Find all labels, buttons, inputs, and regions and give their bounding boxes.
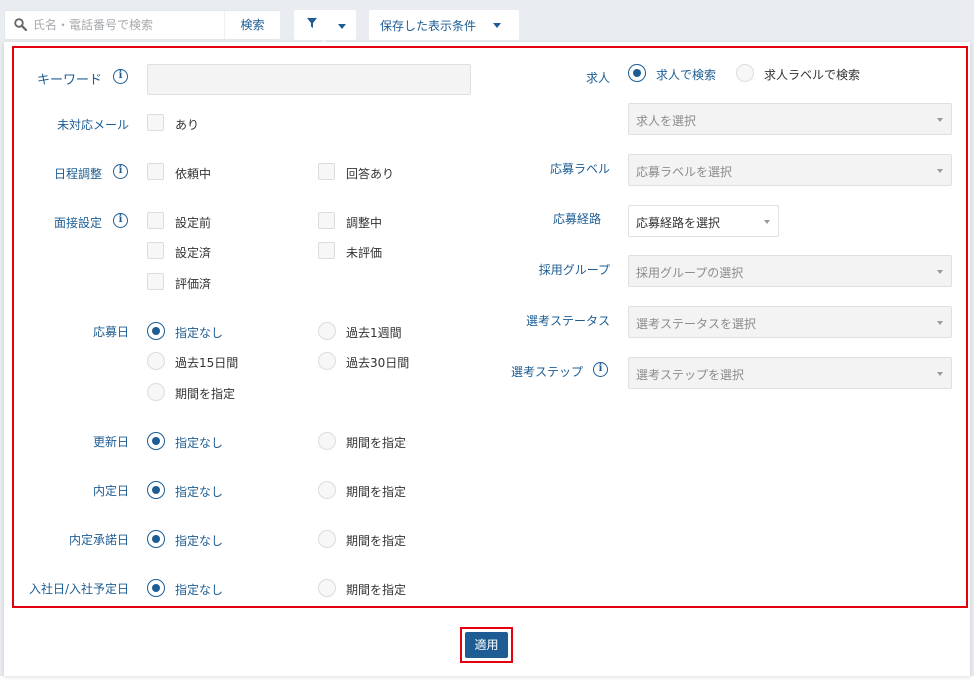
apply-date-15days-option: 過去15日間 [175, 356, 239, 370]
offer-accept-date-label: 内定承諾日 [68, 533, 129, 547]
chevron-down-icon [937, 372, 943, 376]
apply-label-label: 応募ラベル [549, 162, 610, 176]
update-date-range-option: 期間を指定 [346, 436, 407, 450]
interview-set-option: 設定済 [175, 246, 212, 260]
apply-label-select[interactable]: 応募ラベルを選択 [628, 154, 952, 186]
hiring-group-label: 採用グループ [538, 263, 610, 277]
job-search-option: 求人で検索 [656, 68, 717, 82]
interview-unevaluated-option: 未評価 [346, 246, 383, 260]
chevron-down-icon [937, 118, 943, 122]
hiring-group-placeholder: 採用グループの選択 [636, 266, 744, 280]
info-icon[interactable]: i [113, 164, 128, 179]
search-icon [14, 18, 27, 31]
interview-adjusting-checkbox[interactable] [318, 212, 335, 229]
interview-label: 面接設定 [53, 216, 102, 230]
selection-step-placeholder: 選考ステップを選択 [636, 368, 745, 382]
interview-set-checkbox[interactable] [147, 242, 164, 259]
apply-date-none-radio[interactable] [147, 322, 165, 340]
background-list [0, 676, 974, 682]
join-date-none-radio[interactable] [147, 579, 165, 597]
selection-status-placeholder: 選考ステータスを選択 [636, 317, 757, 331]
interview-before-checkbox[interactable] [147, 212, 164, 229]
schedule-answered-option: 回答あり [346, 167, 395, 181]
interview-evaluated-option: 評価済 [175, 277, 212, 291]
join-date-range-radio[interactable] [318, 579, 336, 597]
apply-date-range-option: 期間を指定 [175, 387, 236, 401]
offer-date-label: 内定日 [92, 484, 129, 498]
hiring-group-select[interactable]: 採用グループの選択 [628, 255, 952, 287]
interview-adjusting-option: 調整中 [346, 216, 383, 230]
keyword-input[interactable] [147, 64, 471, 95]
apply-date-range-radio[interactable] [147, 383, 165, 401]
info-icon[interactable]: i [113, 69, 128, 84]
offer-accept-date-range-radio[interactable] [318, 530, 336, 548]
offer-date-range-radio[interactable] [318, 481, 336, 499]
job-label-search-radio[interactable] [736, 64, 754, 82]
offer-date-none-radio[interactable] [147, 481, 165, 499]
apply-date-label: 応募日 [92, 325, 129, 339]
apply-label-placeholder: 応募ラベルを選択 [636, 165, 733, 179]
interview-evaluated-checkbox[interactable] [147, 273, 164, 290]
interview-unevaluated-checkbox[interactable] [318, 242, 335, 259]
schedule-label: 日程調整 [53, 167, 102, 181]
apply-route-select[interactable]: 応募経路を選択 [628, 205, 779, 237]
interview-before-option: 設定前 [175, 216, 212, 230]
search-button[interactable]: 検索 [224, 11, 280, 39]
apply-button[interactable]: 適用 [465, 632, 508, 658]
job-select-placeholder: 求人を選択 [636, 114, 697, 128]
saved-views-label: 保存した表示条件 [380, 19, 477, 33]
job-label-search-option: 求人ラベルで検索 [764, 68, 861, 82]
chevron-down-icon [764, 220, 770, 224]
job-label: 求人 [585, 71, 610, 85]
chevron-down-icon [937, 270, 943, 274]
unanswered-mail-checkbox[interactable] [147, 114, 164, 131]
update-date-range-radio[interactable] [318, 432, 336, 450]
job-search-radio[interactable] [628, 64, 646, 82]
saved-views-dropdown[interactable]: 保存した表示条件 [369, 10, 519, 40]
selection-status-label: 選考ステータス [525, 314, 610, 328]
apply-route-label: 応募経路 [552, 212, 601, 226]
selection-status-select[interactable]: 選考ステータスを選択 [628, 306, 952, 338]
schedule-requested-checkbox[interactable] [147, 163, 164, 180]
chevron-down-icon [937, 169, 943, 173]
search-input[interactable] [33, 15, 219, 35]
schedule-requested-option: 依頼中 [175, 167, 212, 181]
chevron-down-icon [493, 23, 501, 28]
join-date-none-option: 指定なし [175, 583, 224, 597]
apply-route-placeholder: 応募経路を選択 [636, 216, 721, 230]
offer-accept-date-range-option: 期間を指定 [346, 534, 407, 548]
top-toolbar: 検索 保存した表示条件 [0, 0, 974, 48]
unanswered-mail-label: 未対応メール [56, 118, 129, 132]
offer-accept-date-none-option: 指定なし [175, 534, 224, 548]
selection-step-select[interactable]: 選考ステップを選択 [628, 357, 952, 389]
join-date-range-option: 期間を指定 [346, 583, 407, 597]
apply-date-1week-option: 過去1週間 [346, 326, 402, 340]
apply-date-30days-option: 過去30日間 [346, 356, 410, 370]
chevron-down-icon [338, 24, 346, 29]
offer-date-none-option: 指定なし [175, 485, 224, 499]
unanswered-mail-option: あり [175, 118, 200, 132]
join-date-label: 入社日/入社予定日 [28, 582, 129, 596]
apply-date-1week-radio[interactable] [318, 322, 336, 340]
job-select[interactable]: 求人を選択 [628, 103, 952, 135]
selection-step-label: 選考ステップ [510, 365, 583, 379]
offer-date-range-option: 期間を指定 [346, 485, 407, 499]
apply-date-none-option: 指定なし [175, 326, 224, 340]
info-icon[interactable]: i [593, 362, 608, 377]
update-date-none-radio[interactable] [147, 432, 165, 450]
search-box: 検索 [4, 10, 280, 40]
info-icon[interactable]: i [113, 213, 128, 228]
filter-button[interactable] [294, 10, 356, 48]
update-date-none-option: 指定なし [175, 436, 224, 450]
offer-accept-date-none-radio[interactable] [147, 530, 165, 548]
schedule-answered-checkbox[interactable] [318, 163, 335, 180]
filter-icon [307, 18, 317, 28]
keyword-label: キーワード [36, 73, 102, 88]
update-date-label: 更新日 [92, 435, 129, 449]
apply-date-15days-radio[interactable] [147, 352, 165, 370]
apply-date-30days-radio[interactable] [318, 352, 336, 370]
chevron-down-icon [937, 321, 943, 325]
